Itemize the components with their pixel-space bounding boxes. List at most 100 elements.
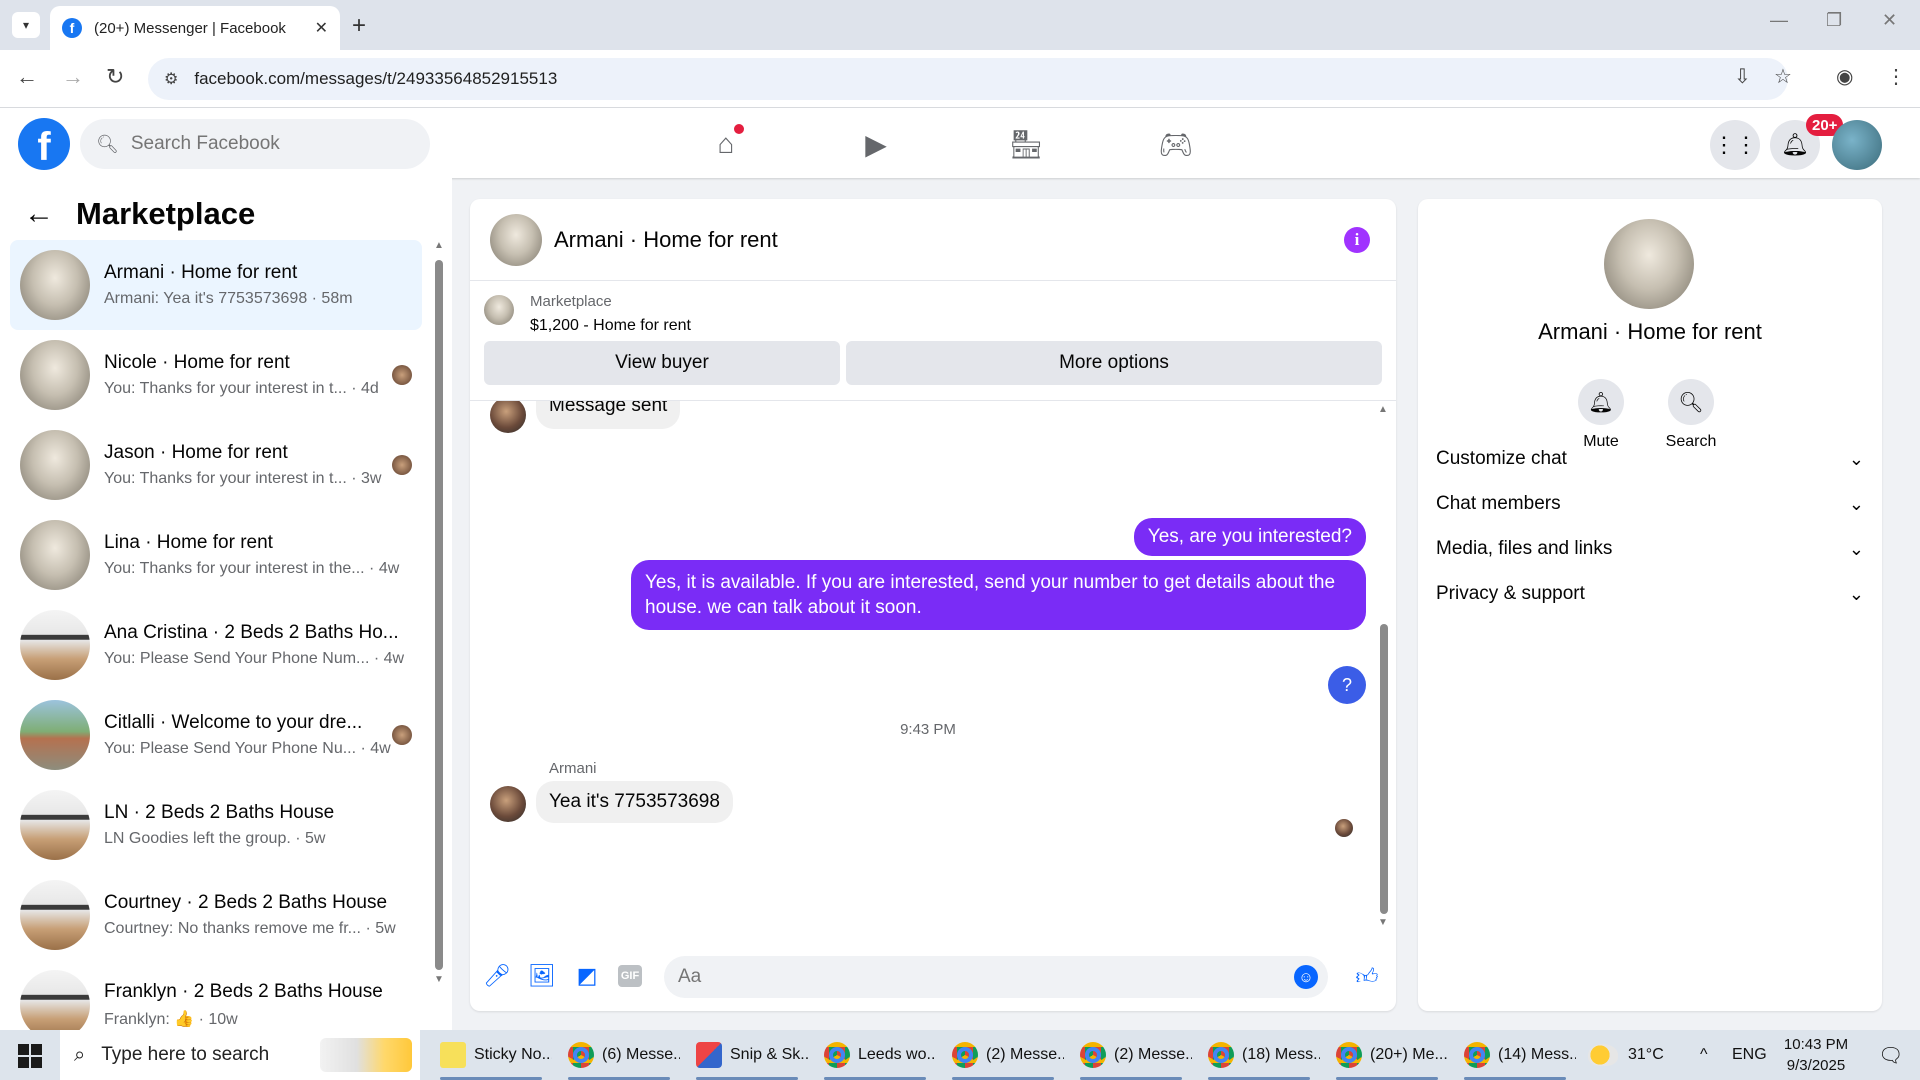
- conversation-avatar[interactable]: [20, 700, 90, 770]
- chevron-down-icon[interactable]: ⌄: [1849, 539, 1864, 560]
- chat-title[interactable]: Armani · Home for rent: [554, 227, 778, 253]
- facebook-search[interactable]: 🔍︎: [80, 119, 430, 169]
- browser-tab[interactable]: f (20+) Messenger | Facebook ✕: [50, 6, 340, 50]
- taskbar-app-button[interactable]: (14) Mess...: [1454, 1030, 1576, 1080]
- close-tab-icon[interactable]: ✕: [315, 18, 328, 38]
- windows-start-icon[interactable]: [18, 1044, 42, 1068]
- search-highlight-image[interactable]: [320, 1038, 412, 1072]
- scroll-up-icon[interactable]: ▲: [434, 240, 444, 251]
- taskbar-app-button[interactable]: Sticky No...: [430, 1030, 552, 1080]
- chat-scrollbar[interactable]: ▲ ▼: [1378, 404, 1390, 929]
- conversation-avatar[interactable]: [20, 790, 90, 860]
- photo-attach-icon[interactable]: 🖼︎: [527, 961, 557, 991]
- menu-grid-icon[interactable]: ⋮⋮: [1710, 120, 1760, 170]
- marketplace-icon[interactable]: 🏪︎: [996, 122, 1056, 166]
- conversation-item[interactable]: Nicole · Home for rent You: Thanks for yo…: [10, 330, 422, 420]
- sidebar-scroll-thumb[interactable]: [435, 260, 443, 970]
- chevron-down-icon[interactable]: ⌄: [1849, 584, 1864, 605]
- conversation-avatar[interactable]: [20, 610, 90, 680]
- message-bubble-outgoing[interactable]: Yes, it is available. If you are interes…: [631, 560, 1366, 630]
- url-text[interactable]: facebook.com/messages/t/2493356485291551…: [194, 69, 557, 89]
- scroll-up-icon[interactable]: ▲: [1378, 404, 1388, 415]
- sticker-icon[interactable]: ◩: [572, 961, 602, 991]
- scroll-down-icon[interactable]: ▼: [434, 974, 444, 985]
- taskbar-app-button[interactable]: (20+) Me...: [1326, 1030, 1448, 1080]
- taskbar-app-button[interactable]: (6) Messe...: [558, 1030, 680, 1080]
- minimize-icon[interactable]: —: [1770, 10, 1788, 31]
- chevron-down-icon[interactable]: ⌄: [1849, 449, 1864, 470]
- message-input-box[interactable]: ☺: [664, 956, 1328, 998]
- browser-menu-icon[interactable]: ⋮: [1886, 64, 1906, 89]
- conversation-item[interactable]: Lina · Home for rent You: Thanks for your…: [10, 510, 422, 600]
- like-thumbs-up-icon[interactable]: 👍︎: [1352, 961, 1382, 991]
- chevron-down-icon[interactable]: ⌄: [1849, 494, 1864, 515]
- facebook-search-input[interactable]: [130, 133, 391, 155]
- back-icon[interactable]: ←: [16, 64, 38, 90]
- gif-icon[interactable]: GIF: [618, 965, 642, 987]
- omnibox[interactable]: ⚙ facebook.com/messages/t/24933564852915…: [148, 58, 1788, 100]
- video-icon[interactable]: ▶: [846, 122, 906, 166]
- conversation-item[interactable]: Ana Cristina · 2 Beds 2 Baths Ho... You: …: [10, 600, 422, 690]
- view-buyer-button[interactable]: View buyer: [484, 341, 840, 385]
- info-section-toggle[interactable]: Media, files and links ⌄: [1436, 527, 1864, 571]
- account-avatar[interactable]: [1832, 120, 1882, 170]
- sender-avatar[interactable]: [490, 401, 526, 433]
- taskbar-app-button[interactable]: Snip & Sk...: [686, 1030, 808, 1080]
- info-section-toggle[interactable]: Privacy & support ⌄: [1436, 572, 1864, 616]
- taskbar-app-button[interactable]: (18) Mess...: [1198, 1030, 1320, 1080]
- message-bubble-outgoing[interactable]: Yes, are you interested?: [1133, 518, 1366, 556]
- taskbar-search-text[interactable]: Type here to search: [101, 1044, 269, 1066]
- gaming-icon[interactable]: 🎮︎: [1146, 122, 1206, 166]
- listing-thumbnail[interactable]: [484, 295, 514, 325]
- restore-icon[interactable]: ❐: [1826, 10, 1842, 31]
- facebook-logo-icon[interactable]: f: [18, 118, 70, 170]
- microphone-icon[interactable]: 🎤︎: [482, 961, 512, 991]
- bell-icon[interactable]: 🔔︎: [1578, 379, 1624, 425]
- language-indicator[interactable]: ENG: [1732, 1030, 1767, 1080]
- search-icon[interactable]: 🔍︎: [1668, 379, 1714, 425]
- taskbar-app-button[interactable]: (2) Messe...: [1070, 1030, 1192, 1080]
- taskbar-clock[interactable]: 10:43 PM 9/3/2025: [1766, 1034, 1866, 1076]
- conversation-avatar[interactable]: [20, 520, 90, 590]
- bookmark-star-icon[interactable]: ☆: [1774, 64, 1792, 89]
- chat-avatar[interactable]: [490, 213, 542, 266]
- message-bubble-incoming[interactable]: Yea it's 7753573698: [536, 781, 733, 823]
- listing-title[interactable]: $1,200 - Home for rent: [530, 317, 691, 335]
- conversation-item[interactable]: Jason · Home for rent You: Thanks for you…: [10, 420, 422, 510]
- message-input[interactable]: [664, 956, 1244, 998]
- conversation-avatar[interactable]: [20, 430, 90, 500]
- profile-icon[interactable]: ◉: [1836, 64, 1853, 89]
- taskbar-app-button[interactable]: (2) Messe...: [942, 1030, 1064, 1080]
- close-window-icon[interactable]: ✕: [1882, 10, 1897, 31]
- weather-widget[interactable]: 31°C: [1588, 1030, 1664, 1080]
- back-arrow-icon[interactable]: ←: [24, 197, 54, 231]
- info-section-toggle[interactable]: Customize chat ⌄: [1436, 437, 1864, 481]
- tray-chevron-icon[interactable]: ^: [1700, 1030, 1708, 1080]
- conversation-item[interactable]: Armani · Home for rent Armani: Yea it's 7…: [10, 240, 422, 330]
- info-icon[interactable]: i: [1344, 227, 1370, 253]
- more-options-button[interactable]: More options: [846, 341, 1382, 385]
- home-icon[interactable]: ⌂: [696, 122, 756, 166]
- contact-avatar[interactable]: [1604, 219, 1694, 309]
- new-tab-icon[interactable]: +: [352, 12, 366, 40]
- message-bubble-outgoing[interactable]: ?: [1328, 666, 1366, 704]
- sender-avatar[interactable]: [490, 786, 526, 822]
- notification-center-icon[interactable]: 🗨︎: [1878, 1030, 1903, 1080]
- chat-scroll-thumb[interactable]: [1380, 624, 1388, 914]
- conversation-avatar[interactable]: [20, 340, 90, 410]
- site-info-icon[interactable]: ⚙: [164, 69, 178, 89]
- taskbar-search[interactable]: ⌕ Type here to search: [60, 1030, 420, 1080]
- emoji-icon[interactable]: ☺: [1294, 965, 1318, 989]
- conversation-item[interactable]: Citlalli · Welcome to your dre... You: Pl…: [10, 690, 422, 780]
- conversation-avatar[interactable]: [20, 880, 90, 950]
- install-app-icon[interactable]: ⇩: [1734, 64, 1751, 89]
- tab-search-chevron-icon[interactable]: ▾: [12, 12, 40, 38]
- forward-icon[interactable]: →: [62, 64, 84, 90]
- reload-icon[interactable]: ↻: [106, 64, 124, 90]
- taskbar-app-button[interactable]: Leeds wo...: [814, 1030, 936, 1080]
- conversation-item[interactable]: LN · 2 Beds 2 Baths House LN Goodies left…: [10, 780, 422, 870]
- conversation-avatar[interactable]: [20, 250, 90, 320]
- info-section-toggle[interactable]: Chat members ⌄: [1436, 482, 1864, 526]
- conversation-item[interactable]: Courtney · 2 Beds 2 Baths House Courtney:…: [10, 870, 422, 960]
- message-bubble-incoming[interactable]: Message sent: [536, 401, 681, 429]
